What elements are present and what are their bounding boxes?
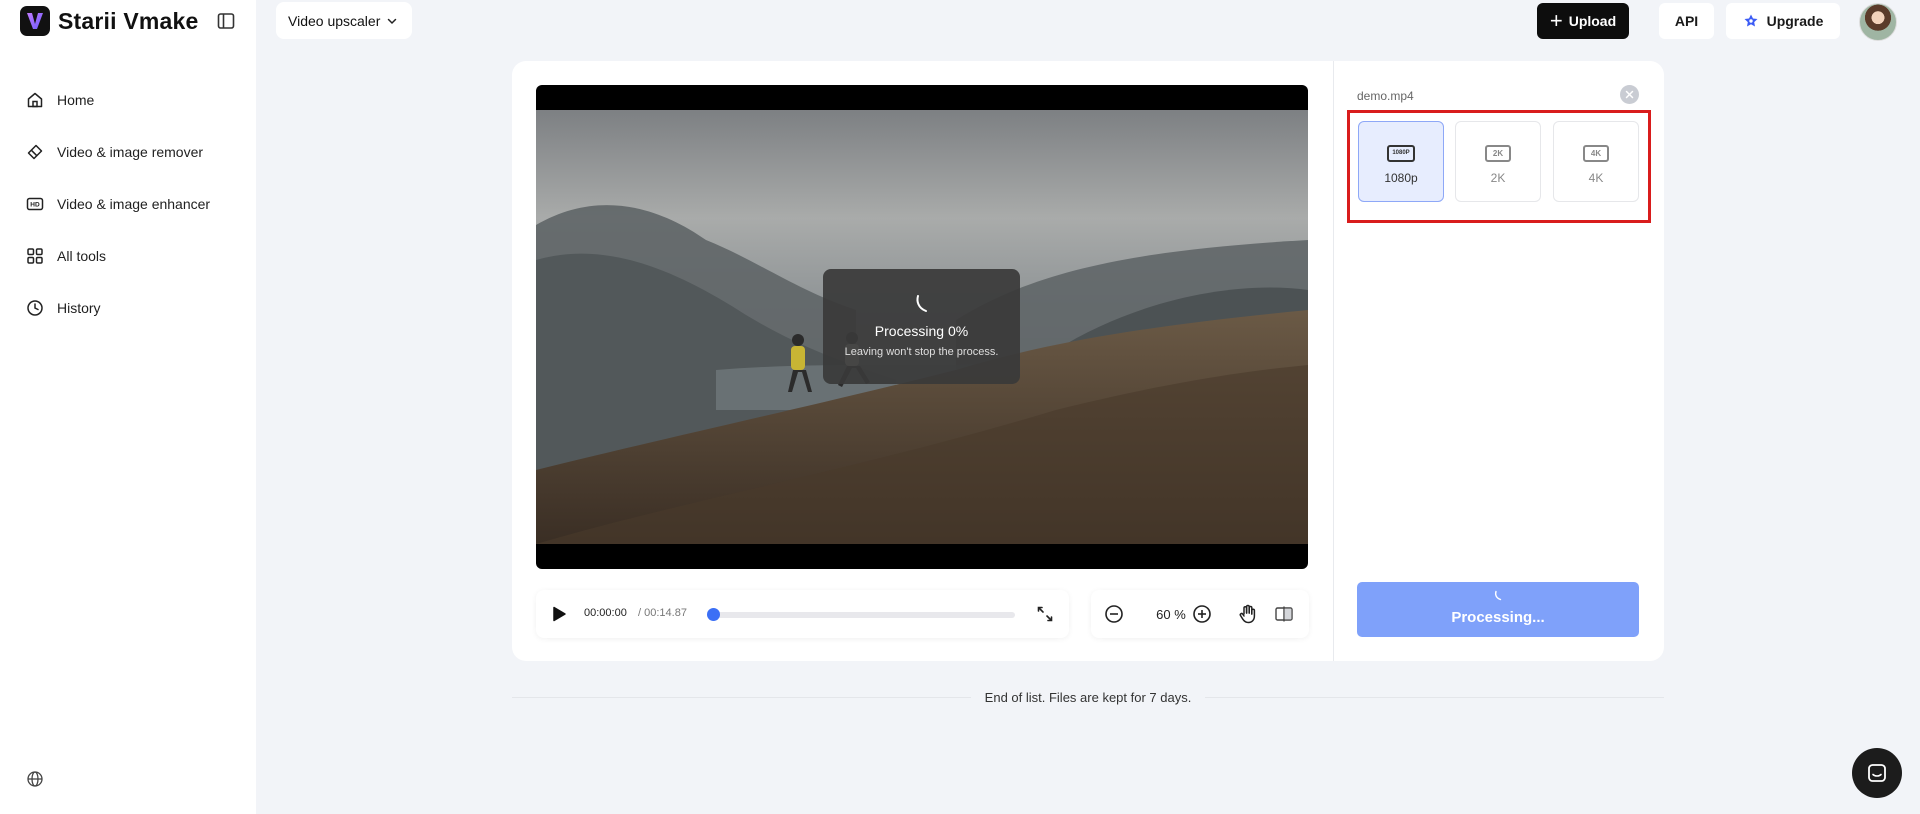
spinner-icon bbox=[823, 293, 1020, 315]
clock-icon bbox=[25, 298, 45, 318]
pan-hand-icon[interactable] bbox=[1237, 603, 1259, 625]
compare-split-icon[interactable] bbox=[1274, 604, 1294, 624]
close-icon[interactable] bbox=[1620, 85, 1639, 104]
footer-text: End of list. Files are kept for 7 days. bbox=[970, 690, 1206, 705]
chat-icon bbox=[1868, 764, 1886, 782]
support-chat-button[interactable] bbox=[1852, 748, 1902, 798]
processing-overlay: Processing 0% Leaving won't stop the pro… bbox=[823, 269, 1020, 384]
grid-icon bbox=[25, 246, 45, 266]
player-controls: 00:00:00 / 00:14.87 bbox=[536, 590, 1069, 638]
sidebar-item-label: Home bbox=[57, 92, 95, 108]
crown-star-icon bbox=[1744, 14, 1758, 27]
upgrade-label: Upgrade bbox=[1766, 13, 1824, 29]
hd-icon: HD bbox=[25, 194, 45, 214]
svg-text:HD: HD bbox=[30, 202, 40, 209]
file-name: demo.mp4 bbox=[1357, 89, 1414, 103]
resolution-option-2k[interactable]: 2K 2K bbox=[1455, 121, 1541, 202]
sidebar-item-enhancer[interactable]: HD Video & image enhancer bbox=[25, 178, 235, 230]
sidebar-item-remover[interactable]: Video & image remover bbox=[25, 126, 235, 178]
sidebar-item-history[interactable]: History bbox=[25, 282, 235, 334]
upgrade-button[interactable]: Upgrade bbox=[1726, 3, 1840, 39]
badge-1080p-icon: 1080P bbox=[1387, 145, 1415, 162]
api-label: API bbox=[1674, 13, 1699, 29]
zoom-in-icon[interactable] bbox=[1192, 604, 1212, 624]
plus-icon: + bbox=[1549, 8, 1563, 33]
resolution-label: 1080p bbox=[1384, 171, 1418, 185]
zoom-level: 60 % bbox=[1156, 607, 1186, 622]
sidebar-item-label: Video & image remover bbox=[57, 144, 204, 160]
sidebar-item-label: History bbox=[57, 300, 101, 316]
zoom-out-icon[interactable] bbox=[1104, 604, 1124, 624]
current-time: 00:00:00 bbox=[584, 607, 627, 619]
chevron-down-icon bbox=[388, 18, 397, 24]
fullscreen-icon[interactable] bbox=[1036, 605, 1054, 623]
sidebar-toggle-icon[interactable] bbox=[216, 11, 236, 31]
badge-4k-icon: 4K bbox=[1583, 145, 1609, 162]
tool-select-dropdown[interactable]: Video upscaler bbox=[276, 2, 412, 39]
seek-thumb[interactable] bbox=[707, 608, 720, 621]
spinner-icon bbox=[1357, 590, 1639, 602]
badge-2k-icon: 2K bbox=[1485, 145, 1511, 162]
card-divider bbox=[1333, 61, 1334, 661]
resolution-option-4k[interactable]: 4K 4K bbox=[1553, 121, 1639, 202]
footer-note: End of list. Files are kept for 7 days. bbox=[512, 690, 1664, 705]
eraser-icon bbox=[25, 142, 45, 162]
processing-button-label: Processing... bbox=[1451, 609, 1545, 626]
sidebar-item-all-tools[interactable]: All tools bbox=[25, 230, 235, 282]
tool-select-label: Video upscaler bbox=[288, 12, 381, 29]
processing-subtitle: Leaving won't stop the process. bbox=[844, 346, 999, 358]
sidebar-item-label: All tools bbox=[57, 248, 107, 264]
brand-name: Starii Vmake bbox=[58, 7, 199, 34]
upload-button[interactable]: + Upload bbox=[1537, 3, 1629, 39]
vmake-logo-icon bbox=[20, 6, 50, 36]
sidebar-nav: Home Video & image remover HD Video & im… bbox=[25, 74, 235, 334]
api-button[interactable]: API bbox=[1659, 3, 1714, 39]
processing-title: Processing 0% bbox=[874, 323, 969, 339]
seek-track[interactable] bbox=[710, 612, 1015, 618]
total-time: / 00:14.87 bbox=[638, 607, 687, 619]
zoom-controls: 60 % bbox=[1091, 590, 1309, 638]
resolution-label: 4K bbox=[1588, 171, 1604, 185]
sidebar-item-label: Video & image enhancer bbox=[57, 196, 211, 212]
play-icon[interactable] bbox=[550, 605, 568, 623]
upload-label: Upload bbox=[1568, 13, 1617, 29]
processing-button[interactable]: Processing... bbox=[1357, 582, 1639, 637]
resolution-option-1080p[interactable]: 1080P 1080p bbox=[1358, 121, 1444, 202]
resolution-label: 2K bbox=[1490, 171, 1506, 185]
sidebar: Starii Vmake Home Video & image remover … bbox=[0, 0, 256, 814]
brand[interactable]: Starii Vmake bbox=[20, 6, 198, 36]
language-globe-icon[interactable] bbox=[26, 770, 46, 790]
sidebar-item-home[interactable]: Home bbox=[25, 74, 235, 126]
home-icon bbox=[25, 90, 45, 110]
avatar[interactable] bbox=[1859, 3, 1897, 41]
